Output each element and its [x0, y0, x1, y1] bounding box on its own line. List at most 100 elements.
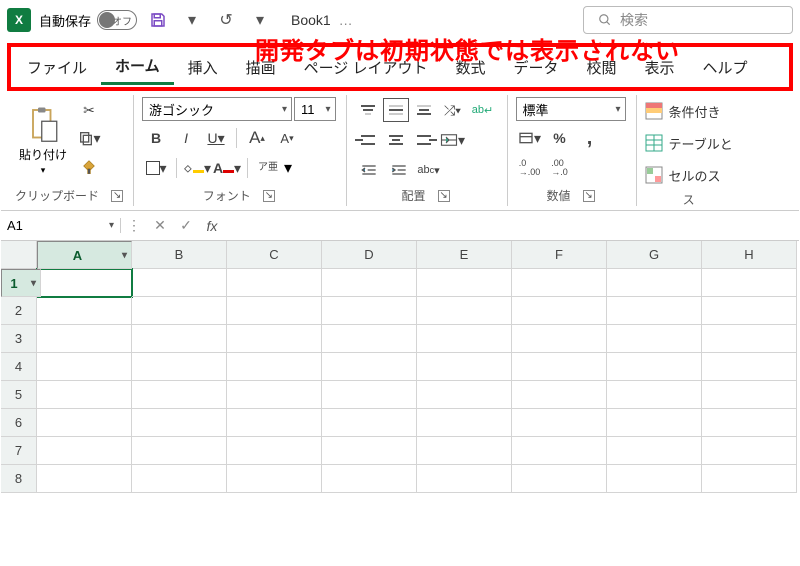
cell[interactable] [607, 325, 702, 353]
cell-C1[interactable] [227, 269, 322, 297]
cell[interactable] [702, 465, 797, 493]
format-as-table-button[interactable]: テーブルと [645, 129, 733, 157]
undo-icon[interactable]: ↺ [213, 7, 239, 33]
cell[interactable] [607, 437, 702, 465]
cell[interactable] [512, 353, 607, 381]
enter-formula-icon[interactable]: ✓ [173, 217, 199, 234]
cell[interactable] [702, 437, 797, 465]
cell[interactable] [512, 409, 607, 437]
cell[interactable] [512, 297, 607, 325]
cell[interactable] [702, 409, 797, 437]
save-icon[interactable] [145, 7, 171, 33]
decrease-indent-button[interactable] [355, 157, 383, 183]
cell[interactable] [37, 465, 132, 493]
cell[interactable] [322, 381, 417, 409]
col-header-A[interactable]: A [37, 241, 132, 269]
distribute-button[interactable]: abc▾ [415, 157, 443, 183]
cell-D1[interactable] [322, 269, 417, 297]
col-header-D[interactable]: D [322, 241, 417, 269]
align-bottom-button[interactable] [411, 98, 437, 122]
cell[interactable] [322, 353, 417, 381]
cell[interactable] [607, 409, 702, 437]
row-header-3[interactable]: 3 [1, 325, 37, 353]
cell[interactable] [227, 409, 322, 437]
bold-button[interactable]: B [142, 125, 170, 151]
cell-styles-button[interactable]: セルのス [645, 161, 733, 189]
cell[interactable] [417, 353, 512, 381]
borders-button[interactable]: ▾ [142, 155, 170, 181]
cell[interactable] [702, 325, 797, 353]
row-header-7[interactable]: 7 [1, 437, 37, 465]
cell[interactable] [512, 325, 607, 353]
cell[interactable] [417, 465, 512, 493]
fill-color-button[interactable]: ▾ [183, 155, 211, 181]
cell[interactable] [227, 465, 322, 493]
number-dialog-launcher-icon[interactable]: ↘ [583, 190, 595, 202]
cell[interactable] [417, 297, 512, 325]
col-header-B[interactable]: B [132, 241, 227, 269]
cell[interactable] [227, 325, 322, 353]
accounting-format-button[interactable]: ▾ [516, 125, 544, 151]
align-left-button[interactable] [355, 128, 381, 152]
cell[interactable] [417, 409, 512, 437]
col-header-F[interactable]: F [512, 241, 607, 269]
font-dialog-launcher-icon[interactable]: ↘ [263, 190, 275, 202]
cell[interactable] [227, 297, 322, 325]
cell[interactable] [417, 325, 512, 353]
spreadsheet-grid[interactable]: A B C D E F G H 1 2 3 4 5 6 7 8 [1, 241, 799, 493]
cell[interactable] [702, 381, 797, 409]
cell[interactable] [132, 325, 227, 353]
font-name-select[interactable]: 游ゴシック [142, 97, 292, 121]
tab-home[interactable]: ホーム [101, 49, 174, 85]
cell[interactable] [322, 297, 417, 325]
cell[interactable] [702, 353, 797, 381]
merge-cells-button[interactable]: ▾ [439, 127, 467, 153]
underline-button[interactable]: U▾ [202, 125, 230, 151]
shrink-font-button[interactable]: A▾ [273, 125, 301, 151]
cancel-formula-icon[interactable]: ✕ [147, 217, 173, 234]
font-size-select[interactable]: 11 [294, 97, 336, 121]
align-center-button[interactable] [383, 128, 409, 152]
cell-A1[interactable] [37, 269, 132, 297]
cell[interactable] [132, 381, 227, 409]
col-header-G[interactable]: G [607, 241, 702, 269]
cell[interactable] [227, 353, 322, 381]
row-header-5[interactable]: 5 [1, 381, 37, 409]
autosave-toggle[interactable]: オフ [97, 10, 137, 30]
row-header-8[interactable]: 8 [1, 465, 37, 493]
cell-E1[interactable] [417, 269, 512, 297]
cell-A2[interactable] [37, 297, 132, 325]
decrease-decimal-button[interactable]: .00→.0 [546, 155, 574, 181]
col-header-C[interactable]: C [227, 241, 322, 269]
cell[interactable] [607, 465, 702, 493]
row-header-6[interactable]: 6 [1, 409, 37, 437]
row-header-2[interactable]: 2 [1, 297, 37, 325]
cell[interactable] [607, 353, 702, 381]
align-top-button[interactable] [355, 98, 381, 122]
cell-H1[interactable] [702, 269, 797, 297]
increase-indent-button[interactable] [385, 157, 413, 183]
cell[interactable] [132, 409, 227, 437]
copy-icon[interactable]: ▾ [75, 125, 103, 151]
cell[interactable] [132, 437, 227, 465]
cell[interactable] [37, 409, 132, 437]
wrap-text-button[interactable]: ab↵ [469, 97, 497, 123]
font-color-button[interactable]: A▾ [213, 155, 241, 181]
col-header-H[interactable]: H [702, 241, 797, 269]
cell[interactable] [227, 381, 322, 409]
cell-G1[interactable] [607, 269, 702, 297]
cell[interactable] [607, 297, 702, 325]
cell[interactable] [132, 353, 227, 381]
alignment-dialog-launcher-icon[interactable]: ↘ [438, 190, 450, 202]
italic-button[interactable]: I [172, 125, 200, 151]
cell[interactable] [322, 409, 417, 437]
percent-button[interactable]: % [546, 125, 574, 151]
cell[interactable] [37, 381, 132, 409]
cell[interactable] [37, 353, 132, 381]
name-box[interactable]: A1 [1, 218, 121, 233]
cell[interactable] [512, 381, 607, 409]
row-header-4[interactable]: 4 [1, 353, 37, 381]
increase-decimal-button[interactable]: .0→.00 [516, 155, 544, 181]
qat-dropdown-icon[interactable]: ▾ [179, 7, 205, 33]
redo-dropdown-icon[interactable]: ▾ [247, 7, 273, 33]
